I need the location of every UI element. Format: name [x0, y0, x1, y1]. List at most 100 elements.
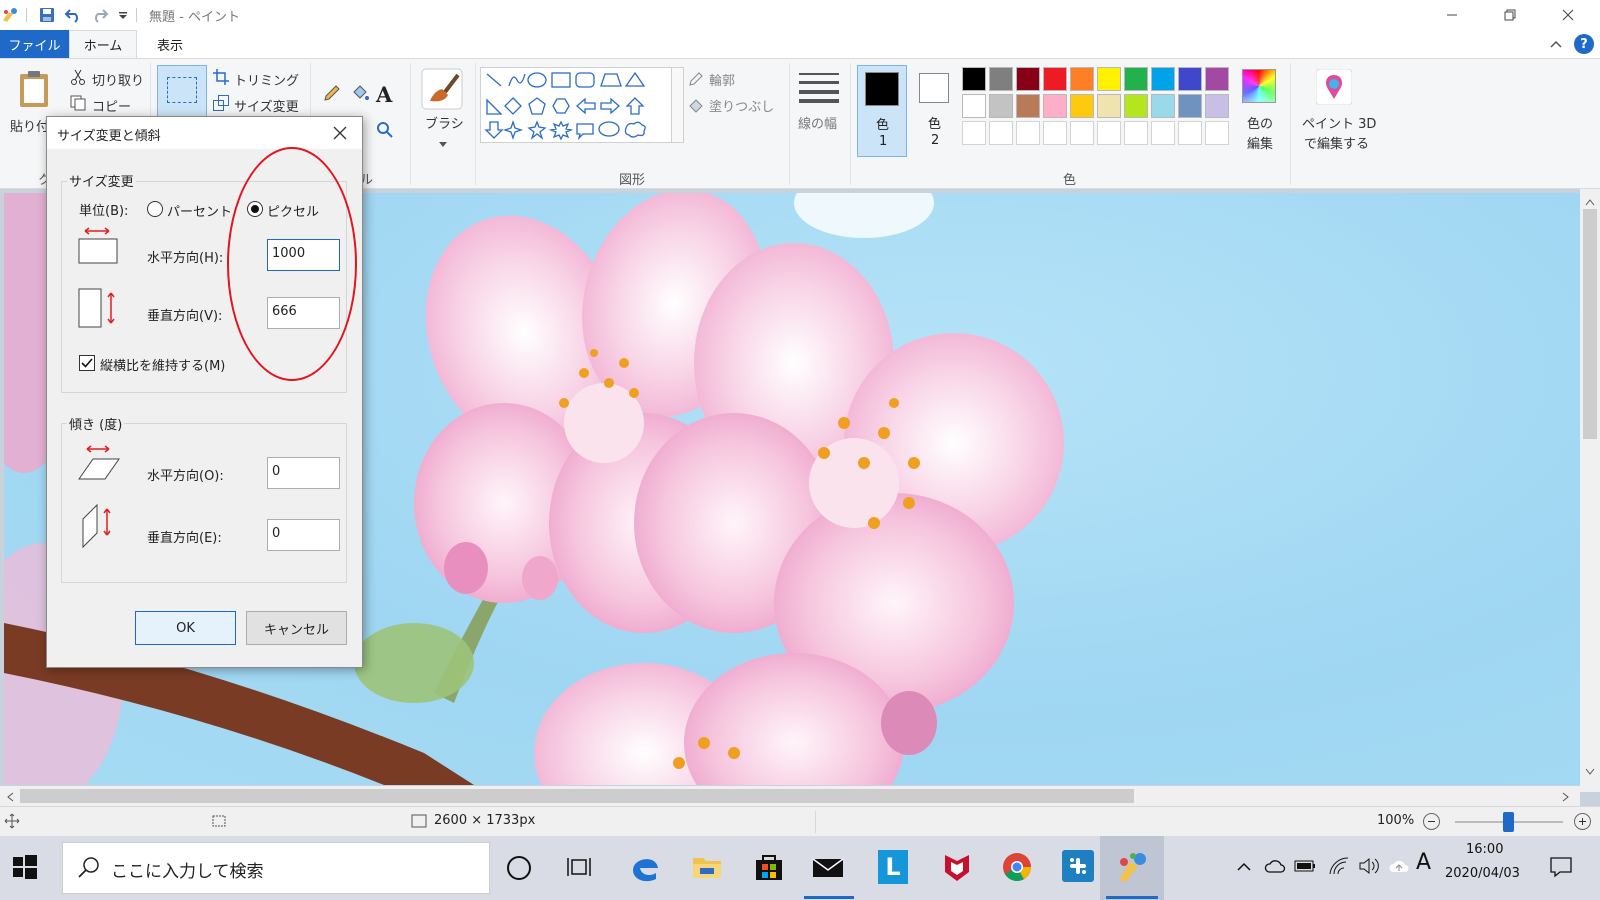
text-tool-icon[interactable]: A — [376, 82, 396, 107]
collapse-ribbon-icon[interactable] — [1548, 36, 1564, 52]
clock-time[interactable]: 16:00 — [1466, 842, 1503, 857]
show-hidden-icons-icon[interactable] — [1236, 860, 1252, 874]
palette-swatch[interactable] — [962, 121, 986, 145]
palette-swatch[interactable] — [1016, 67, 1040, 91]
palette-swatch[interactable] — [962, 67, 986, 91]
battery-icon[interactable] — [1294, 858, 1316, 874]
scroll-right-icon[interactable] — [1562, 791, 1570, 802]
crop-button[interactable]: トリミング — [234, 70, 299, 89]
horizontal-scroll-thumb[interactable] — [20, 789, 1134, 803]
palette-swatch[interactable] — [1070, 94, 1094, 118]
volume-icon[interactable] — [1358, 856, 1380, 876]
resize-button[interactable]: サイズ変更 — [234, 96, 299, 115]
pencil-icon[interactable] — [322, 83, 342, 103]
palette-swatch[interactable] — [1043, 67, 1067, 91]
dialog-close-button[interactable] — [327, 121, 353, 145]
palette-swatch[interactable] — [1043, 121, 1067, 145]
wifi-icon[interactable] — [1328, 856, 1350, 876]
palette-swatch[interactable] — [1178, 121, 1202, 145]
store-icon[interactable] — [752, 850, 786, 884]
line-width-button[interactable]: 線の幅 — [798, 113, 837, 132]
palette-swatch[interactable] — [962, 94, 986, 118]
task-view-icon[interactable] — [566, 854, 592, 880]
mail-icon[interactable] — [810, 850, 846, 884]
zoom-out-button[interactable] — [1423, 813, 1440, 830]
palette-swatch[interactable] — [1043, 94, 1067, 118]
zoom-in-button[interactable] — [1574, 813, 1591, 830]
edit-colors-button-line1[interactable]: 色の — [1247, 113, 1273, 132]
cortana-icon[interactable] — [507, 856, 531, 880]
onedrive-icon[interactable] — [1264, 858, 1286, 874]
save-icon[interactable] — [37, 5, 57, 25]
customize-quick-access-icon[interactable] — [113, 5, 133, 25]
zoom-slider-thumb[interactable] — [1503, 812, 1514, 832]
clock-date[interactable]: 2020/04/03 — [1445, 866, 1520, 881]
scroll-left-icon[interactable] — [6, 791, 14, 802]
palette-swatch[interactable] — [1097, 67, 1121, 91]
palette-swatch[interactable] — [1097, 94, 1121, 118]
magnifier-icon[interactable] — [376, 121, 394, 139]
select-button[interactable] — [157, 65, 207, 117]
copy-button[interactable]: コピー — [92, 96, 131, 115]
palette-swatch[interactable] — [1178, 94, 1202, 118]
clipboard-paste-icon[interactable] — [16, 69, 52, 109]
slack-app-icon[interactable] — [1062, 850, 1094, 882]
brushes-button[interactable]: ブラシ — [425, 113, 464, 132]
line-width-icon[interactable] — [799, 71, 839, 103]
paste-button[interactable]: 貼り付 — [10, 116, 49, 135]
vertical-scrollbar[interactable] — [1580, 189, 1600, 792]
paint3d-button-line2[interactable]: で編集する — [1304, 133, 1369, 152]
fill-bucket-icon[interactable] — [350, 83, 370, 103]
palette-swatch[interactable] — [1070, 67, 1094, 91]
scroll-up-icon[interactable] — [1585, 195, 1595, 206]
paint-app-icon[interactable] — [0, 5, 20, 25]
skew-vertical-input[interactable]: 0 — [267, 519, 340, 551]
paint3d-icon[interactable] — [1315, 68, 1353, 106]
aspect-ratio-label[interactable]: 縦横比を維持する(M) — [100, 355, 225, 374]
scroll-down-icon[interactable] — [1585, 765, 1595, 775]
palette-swatch[interactable] — [1124, 94, 1148, 118]
palette-swatch[interactable] — [1205, 121, 1229, 145]
palette-swatch[interactable] — [1016, 94, 1040, 118]
ime-indicator[interactable]: A — [1416, 850, 1431, 875]
line-app-icon[interactable]: L — [878, 850, 908, 884]
palette-swatch[interactable] — [1124, 121, 1148, 145]
palette-swatch[interactable] — [1205, 67, 1229, 91]
horizontal-scrollbar[interactable] — [0, 786, 1580, 806]
edit-colors-button-line2[interactable]: 編集 — [1247, 133, 1273, 152]
cloud-upload-icon[interactable] — [1388, 858, 1410, 874]
file-explorer-icon[interactable] — [690, 850, 724, 884]
palette-swatch[interactable] — [1151, 67, 1175, 91]
color1-button[interactable]: 色 1 — [857, 65, 907, 157]
skew-horizontal-input[interactable]: 0 — [267, 457, 340, 489]
palette-swatch[interactable] — [1097, 121, 1121, 145]
outline-button[interactable]: 輪郭 — [709, 70, 735, 89]
tab-home[interactable]: ホーム — [69, 30, 137, 58]
paint-taskbar-button[interactable] — [1100, 836, 1164, 900]
aspect-ratio-checkbox[interactable] — [79, 355, 95, 371]
palette-swatch[interactable] — [989, 94, 1013, 118]
palette-swatch[interactable] — [1205, 94, 1229, 118]
palette-swatch[interactable] — [1151, 94, 1175, 118]
cancel-button[interactable]: キャンセル — [246, 611, 347, 645]
palette-swatch[interactable] — [1016, 121, 1040, 145]
help-icon[interactable]: ? — [1574, 34, 1594, 54]
palette-swatch[interactable] — [989, 121, 1013, 145]
minimize-button[interactable] — [1424, 0, 1480, 30]
paint3d-button-line1[interactable]: ペイント 3D — [1302, 113, 1376, 132]
palette-swatch[interactable] — [1151, 121, 1175, 145]
brush-icon[interactable] — [420, 67, 464, 111]
palette-swatch[interactable] — [1124, 67, 1148, 91]
percent-label[interactable]: パーセント — [167, 201, 232, 220]
ok-button[interactable]: OK — [135, 611, 236, 645]
redo-icon[interactable] — [90, 5, 110, 25]
restore-button[interactable] — [1482, 0, 1538, 30]
undo-icon[interactable] — [63, 5, 83, 25]
tab-file[interactable]: ファイル — [0, 30, 69, 58]
vertical-scroll-thumb[interactable] — [1583, 209, 1597, 439]
shapes-gallery[interactable] — [480, 67, 672, 143]
cut-button[interactable]: 切り取り — [92, 70, 144, 89]
palette-swatch[interactable] — [1178, 67, 1202, 91]
tab-view[interactable]: 表示 — [140, 30, 200, 58]
percent-radio[interactable] — [147, 201, 163, 217]
